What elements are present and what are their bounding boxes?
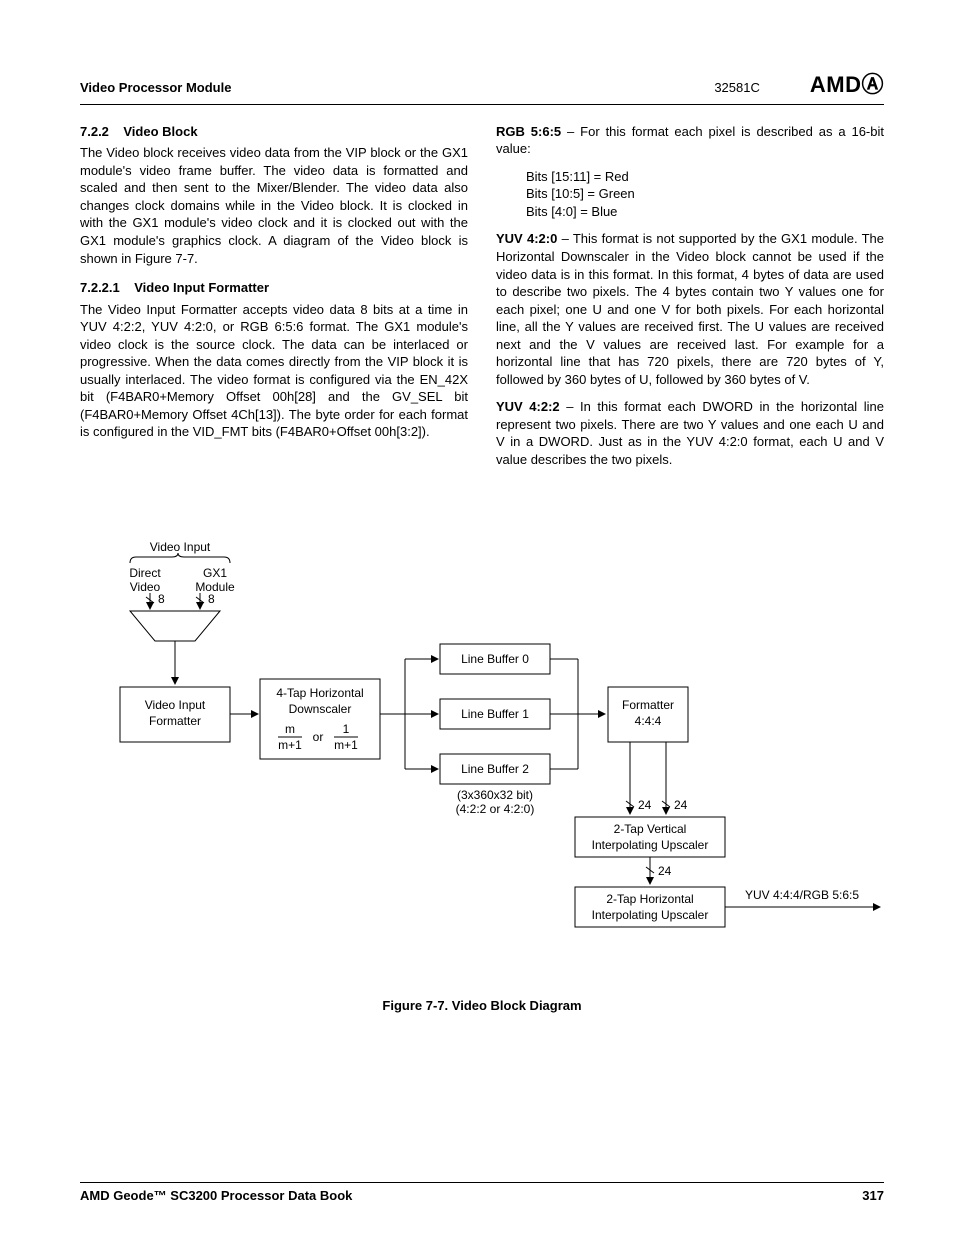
rgb-para: RGB 5:6:5 – For this format each pixel i…: [496, 123, 884, 158]
label-output: YUV 4:4:4/RGB 5:6:5: [745, 888, 859, 902]
subsection-heading: 7.2.2.1 Video Input Formatter: [80, 279, 468, 297]
label-direct: Direct: [129, 566, 161, 580]
box-fmt-l1: Formatter: [622, 698, 674, 712]
bits-list: Bits [15:11] = Red Bits [10:5] = Green B…: [526, 168, 884, 221]
label-gx1: GX1: [203, 566, 227, 580]
svg-text:1: 1: [343, 722, 350, 736]
lb-note-l2: (4:2:2 or 4:2:0): [456, 802, 535, 816]
box-vs-l2: Interpolating Upscaler: [592, 838, 709, 852]
footer-page: 317: [862, 1187, 884, 1205]
box-hs-l2: Interpolating Upscaler: [592, 908, 709, 922]
yuv422-para: YUV 4:2:2 – In this format each DWORD in…: [496, 398, 884, 468]
header-title: Video Processor Module: [80, 79, 231, 97]
box-lb0: Line Buffer 0: [461, 652, 529, 666]
right-column: RGB 5:6:5 – For this format each pixel i…: [496, 123, 884, 479]
subsection-para: The Video Input Formatter accepts video …: [80, 301, 468, 441]
box-lb2: Line Buffer 2: [461, 762, 529, 776]
box-vif-l1: Video Input: [145, 698, 206, 712]
text-columns: 7.2.2 Video Block The Video block receiv…: [80, 123, 884, 479]
box-ds-l2: Downscaler: [289, 702, 352, 716]
svg-text:24: 24: [674, 798, 688, 812]
box-hs-l1: 2-Tap Horizontal: [606, 892, 693, 906]
label-video-input: Video Input: [150, 540, 211, 554]
bits-green: Bits [10:5] = Green: [526, 185, 884, 203]
box-lb1: Line Buffer 1: [461, 707, 529, 721]
box-ds-l1: 4-Tap Horizontal: [276, 686, 363, 700]
page-header: Video Processor Module 32581C AMDⒶ: [80, 70, 884, 105]
box-vif-l2: Formatter: [149, 714, 201, 728]
page-footer: AMD Geode™ SC3200 Processor Data Book 31…: [80, 1182, 884, 1205]
bits-blue: Bits [4:0] = Blue: [526, 203, 884, 221]
label-8-1: 8: [158, 592, 165, 606]
video-block-diagram-svg: Video Input Direct Video GX1 Module 8 8 …: [80, 539, 884, 979]
section-para: The Video block receives video data from…: [80, 144, 468, 267]
doc-number: 32581C: [714, 79, 760, 97]
svg-text:24: 24: [638, 798, 652, 812]
label-module: Module: [195, 580, 235, 594]
svg-text:or: or: [313, 730, 324, 744]
svg-text:m: m: [285, 722, 295, 736]
figure-caption: Figure 7-7. Video Block Diagram: [80, 997, 884, 1015]
footer-book: AMD Geode™ SC3200 Processor Data Book: [80, 1187, 352, 1205]
left-column: 7.2.2 Video Block The Video block receiv…: [80, 123, 468, 479]
diagram-figure: Video Input Direct Video GX1 Module 8 8 …: [80, 539, 884, 1015]
label-8-2: 8: [208, 592, 215, 606]
box-vs-l1: 2-Tap Vertical: [614, 822, 687, 836]
svg-text:24: 24: [658, 864, 672, 878]
amd-logo: AMDⒶ: [810, 70, 884, 100]
bits-red: Bits [15:11] = Red: [526, 168, 884, 186]
label-video: Video: [130, 580, 161, 594]
lb-note-l1: (3x360x32 bit): [457, 788, 533, 802]
yuv420-para: YUV 4:2:0 – This format is not supported…: [496, 230, 884, 388]
section-heading: 7.2.2 Video Block: [80, 123, 468, 141]
svg-text:m+1: m+1: [334, 738, 358, 752]
svg-text:m+1: m+1: [278, 738, 302, 752]
box-fmt-l2: 4:4:4: [635, 714, 662, 728]
